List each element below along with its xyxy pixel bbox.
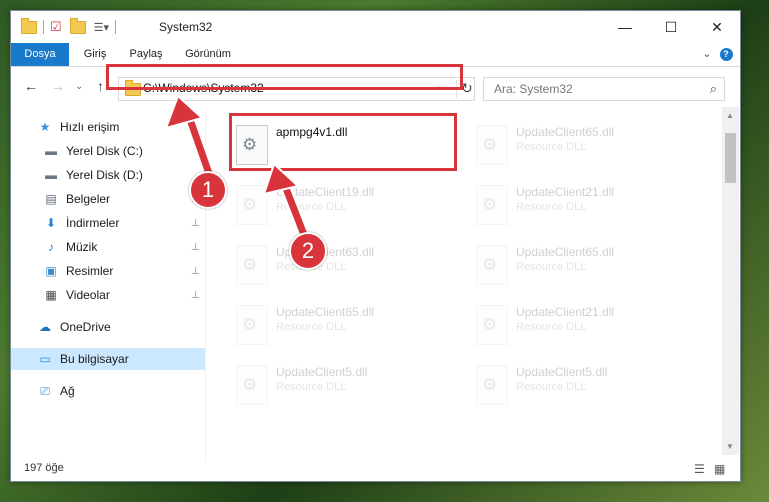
arrow-2 bbox=[262, 162, 312, 246]
annotation-arrows bbox=[164, 94, 312, 246]
step-2-badge: 2 bbox=[289, 232, 327, 270]
step-1-badge: 1 bbox=[189, 171, 227, 209]
arrow-1 bbox=[164, 94, 218, 188]
